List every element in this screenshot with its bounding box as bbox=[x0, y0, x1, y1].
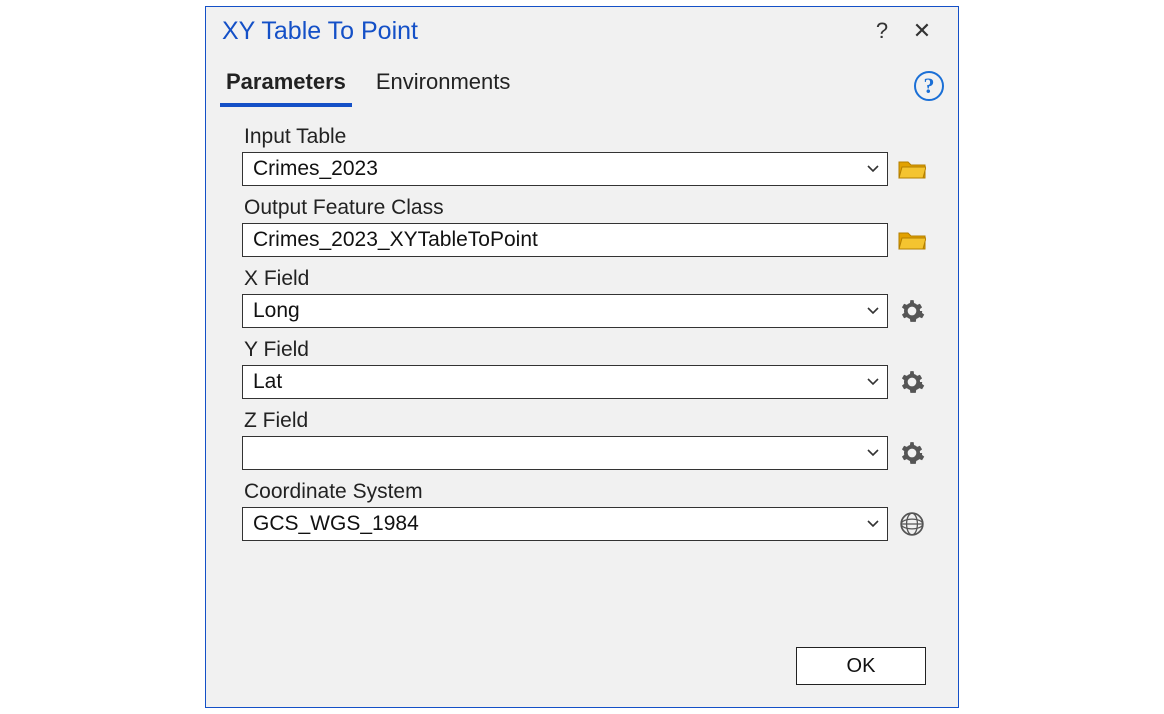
titlebar: XY Table To Point ? ✕ bbox=[206, 7, 958, 55]
label-coord-sys: Coordinate System bbox=[244, 480, 926, 504]
help-icon[interactable]: ? bbox=[862, 18, 902, 44]
gear-icon[interactable] bbox=[898, 439, 926, 467]
browse-folder-icon[interactable] bbox=[898, 226, 926, 254]
gear-icon[interactable] bbox=[898, 297, 926, 325]
chevron-down-icon bbox=[867, 378, 879, 386]
x-field-value: Long bbox=[253, 299, 300, 323]
close-icon[interactable]: ✕ bbox=[902, 18, 942, 44]
globe-icon[interactable] bbox=[898, 510, 926, 538]
y-field-combo[interactable]: Lat bbox=[242, 365, 888, 399]
field-output-fc: Output Feature Class Crimes_2023_XYTable… bbox=[242, 196, 926, 257]
coord-sys-combo[interactable]: GCS_WGS_1984 bbox=[242, 507, 888, 541]
x-field-combo[interactable]: Long bbox=[242, 294, 888, 328]
dialog-xy-table-to-point: XY Table To Point ? ✕ Parameters Environ… bbox=[205, 6, 959, 708]
y-field-value: Lat bbox=[253, 370, 282, 394]
field-coord-sys: Coordinate System GCS_WGS_1984 bbox=[242, 480, 926, 541]
z-field-combo[interactable] bbox=[242, 436, 888, 470]
label-x-field: X Field bbox=[244, 267, 926, 291]
field-y: Y Field Lat bbox=[242, 338, 926, 399]
label-y-field: Y Field bbox=[244, 338, 926, 362]
browse-folder-icon[interactable] bbox=[898, 155, 926, 183]
label-input-table: Input Table bbox=[244, 125, 926, 149]
field-z: Z Field bbox=[242, 409, 926, 470]
dialog-body: Input Table Crimes_2023 Output Feat bbox=[206, 107, 958, 541]
output-fc-value: Crimes_2023_XYTableToPoint bbox=[253, 228, 538, 252]
ok-button[interactable]: OK bbox=[796, 647, 926, 685]
chevron-down-icon bbox=[867, 307, 879, 315]
tab-environments[interactable]: Environments bbox=[370, 65, 517, 107]
dialog-footer: OK bbox=[796, 647, 926, 685]
tool-help-icon[interactable]: ? bbox=[914, 71, 944, 101]
tab-bar: Parameters Environments ? bbox=[206, 55, 958, 107]
field-input-table: Input Table Crimes_2023 bbox=[242, 125, 926, 186]
input-table-combo[interactable]: Crimes_2023 bbox=[242, 152, 888, 186]
output-fc-input[interactable]: Crimes_2023_XYTableToPoint bbox=[242, 223, 888, 257]
input-table-value: Crimes_2023 bbox=[253, 157, 378, 181]
tab-parameters[interactable]: Parameters bbox=[220, 65, 352, 107]
label-output-fc: Output Feature Class bbox=[244, 196, 926, 220]
label-z-field: Z Field bbox=[244, 409, 926, 433]
chevron-down-icon bbox=[867, 449, 879, 457]
gear-icon[interactable] bbox=[898, 368, 926, 396]
chevron-down-icon bbox=[867, 165, 879, 173]
chevron-down-icon bbox=[867, 520, 879, 528]
coord-sys-value: GCS_WGS_1984 bbox=[253, 512, 419, 536]
field-x: X Field Long bbox=[242, 267, 926, 328]
dialog-title: XY Table To Point bbox=[222, 17, 862, 46]
